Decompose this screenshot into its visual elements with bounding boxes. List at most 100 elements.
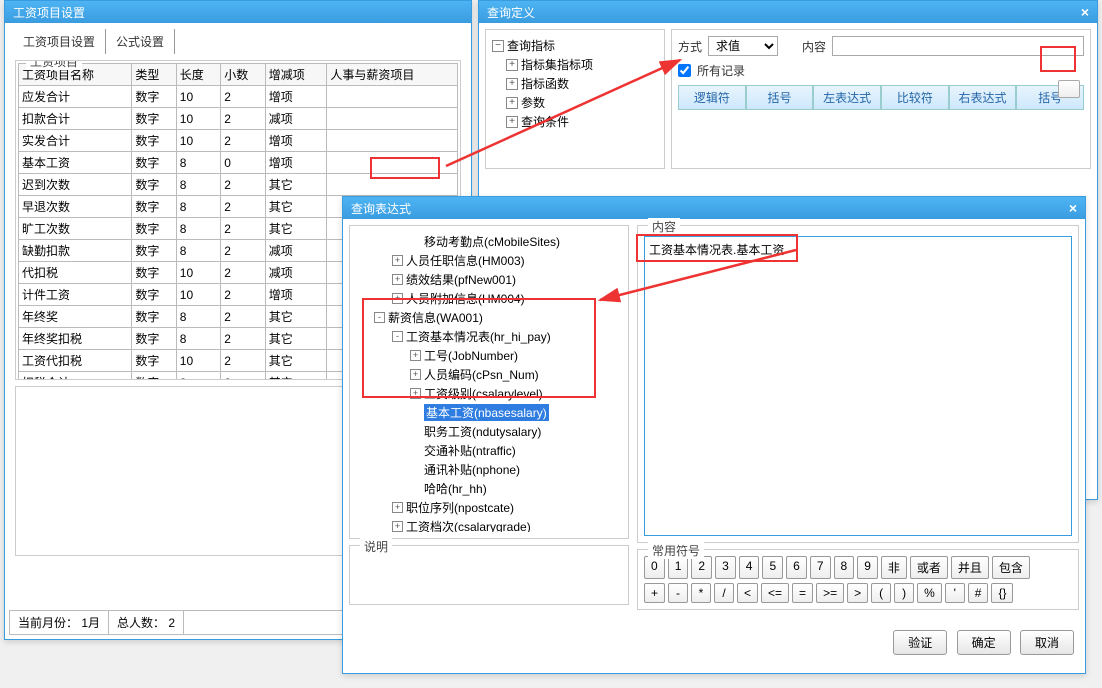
tree-item[interactable]: +指标集指标项 [492,55,658,74]
all-records-checkbox[interactable] [678,64,691,77]
symbol-button[interactable]: >= [816,583,844,603]
tab-formula-settings[interactable]: 公式设置 [106,29,175,54]
expand-icon[interactable]: + [410,388,421,399]
ok-button[interactable]: 确定 [957,630,1011,655]
symbol-button[interactable]: 5 [762,556,783,579]
expression-tree[interactable]: 移动考勤点(cMobileSites)+人员任职信息(HM003)+绩效结果(p… [356,232,622,532]
verify-button[interactable]: 验证 [893,630,947,655]
symbol-button[interactable]: 并且 [951,556,989,579]
symbol-button[interactable]: * [691,583,711,603]
tree-node[interactable]: 通讯补贴(nphone) [356,460,622,479]
symbol-button[interactable]: 6 [786,556,807,579]
tree-node[interactable]: +工资档次(csalarygrade) [356,517,622,532]
symbol-button[interactable]: - [668,583,688,603]
table-row[interactable]: 应发合计数字102增项 [19,86,458,108]
expand-icon[interactable]: − [492,40,504,52]
symbol-button[interactable]: ' [945,583,965,603]
grid-col-header[interactable]: 增减项 [265,64,327,86]
criteria-col[interactable]: 右表达式 [949,85,1017,110]
tree-node[interactable]: +工资级别(csalarylevel) [356,384,622,403]
symbol-button[interactable]: 9 [857,556,878,579]
grid-col-header[interactable]: 长度 [176,64,220,86]
expression-content[interactable]: 工资基本情况表.基本工资 [644,236,1072,536]
content-input[interactable] [832,36,1084,56]
tree-node[interactable]: 哈哈(hr_hh) [356,479,622,498]
expand-icon[interactable]: + [506,97,518,109]
symbol-button[interactable]: 7 [810,556,831,579]
symbol-button[interactable]: 包含 [992,556,1030,579]
symbol-button[interactable]: 3 [715,556,736,579]
tree-node[interactable]: 基本工资(nbasesalary) [356,403,622,422]
criteria-col[interactable]: 括号 [746,85,814,110]
symbol-button[interactable]: 4 [739,556,760,579]
tree-node[interactable]: +工号(JobNumber) [356,346,622,365]
criteria-header: 逻辑符括号左表达式比较符右表达式括号 [678,85,1084,110]
expand-icon[interactable]: + [392,255,403,266]
symbol-button[interactable]: ( [871,583,891,603]
tree-node[interactable]: -薪资信息(WA001) [356,308,622,327]
grid-col-header[interactable]: 小数 [221,64,265,86]
symbol-button[interactable]: % [917,583,942,603]
tree-node[interactable]: +职位序列(npostcate) [356,498,622,517]
tree-node[interactable]: 交通补贴(ntraffic) [356,441,622,460]
expand-icon[interactable]: + [392,521,403,532]
close-icon[interactable]: × [1069,200,1077,216]
symbol-button[interactable]: > [847,583,868,603]
tree-node[interactable]: +人员任职信息(HM003) [356,251,622,270]
tree-node[interactable]: 职务工资(ndutysalary) [356,422,622,441]
symbol-button[interactable]: 或者 [910,556,948,579]
expand-icon[interactable]: + [410,350,421,361]
w1-titlebar[interactable]: 工资项目设置 [5,1,471,23]
w3-titlebar[interactable]: 查询表达式 × [343,197,1085,219]
grid-col-header[interactable]: 人事与薪资项目 [327,64,458,86]
tree-node[interactable]: +绩效结果(pfNew001) [356,270,622,289]
table-row[interactable]: 扣款合计数字102减项 [19,108,458,130]
expand-icon[interactable]: + [410,369,421,380]
symbol-button[interactable]: 非 [881,556,907,579]
tree-item[interactable]: +指标函数 [492,74,658,93]
tab-salary-item-settings[interactable]: 工资项目设置 [13,29,106,54]
table-row[interactable]: 迟到次数数字82其它 [19,174,458,196]
symbol-button[interactable]: 1 [668,556,689,579]
grid-col-header[interactable]: 类型 [132,64,176,86]
criteria-col[interactable]: 逻辑符 [678,85,746,110]
criteria-col[interactable]: 左表达式 [813,85,881,110]
expand-icon[interactable]: + [392,502,403,513]
tree-item[interactable]: +查询条件 [492,112,658,131]
symbol-button[interactable]: 2 [691,556,712,579]
tree-item[interactable]: −查询指标 [492,36,658,55]
tree-node[interactable]: +人员附加信息(HM004) [356,289,622,308]
tree-item[interactable]: +参数 [492,93,658,112]
expand-icon[interactable]: + [392,293,403,304]
symbol-button[interactable]: # [968,583,989,603]
symbol-button[interactable]: + [644,583,665,603]
symbol-button[interactable]: < [737,583,758,603]
symbol-button[interactable]: = [792,583,813,603]
symbol-button[interactable]: <= [761,583,789,603]
expand-icon[interactable]: + [506,59,518,71]
table-row[interactable]: 基本工资数字80增项 [19,152,458,174]
content-ellipsis-button[interactable] [1058,80,1080,98]
collapse-icon[interactable]: - [392,331,403,342]
description-group: 说明 [349,545,629,605]
expand-icon[interactable]: + [506,78,518,90]
expand-icon[interactable]: + [392,274,403,285]
symbol-button[interactable]: ) [894,583,914,603]
collapse-icon[interactable]: - [374,312,385,323]
symbol-button[interactable]: {} [991,583,1013,603]
tree-node[interactable]: +人员编码(cPsn_Num) [356,365,622,384]
symbol-button[interactable]: 8 [834,556,855,579]
symbol-button[interactable]: / [714,583,734,603]
tree-node[interactable]: 移动考勤点(cMobileSites) [356,232,622,251]
cancel-button[interactable]: 取消 [1020,630,1074,655]
table-row[interactable]: 实发合计数字102增项 [19,130,458,152]
close-icon[interactable]: × [1081,4,1089,20]
expression-text: 工资基本情况表.基本工资 [649,243,784,257]
symbol-button[interactable]: 0 [644,556,665,579]
expand-icon[interactable]: + [506,116,518,128]
criteria-col[interactable]: 比较符 [881,85,949,110]
mode-select[interactable]: 求值 [708,36,778,56]
tree-node[interactable]: -工资基本情况表(hr_hi_pay) [356,327,622,346]
w2-titlebar[interactable]: 查询定义 × [479,1,1097,23]
w3-title: 查询表达式 [351,200,411,217]
